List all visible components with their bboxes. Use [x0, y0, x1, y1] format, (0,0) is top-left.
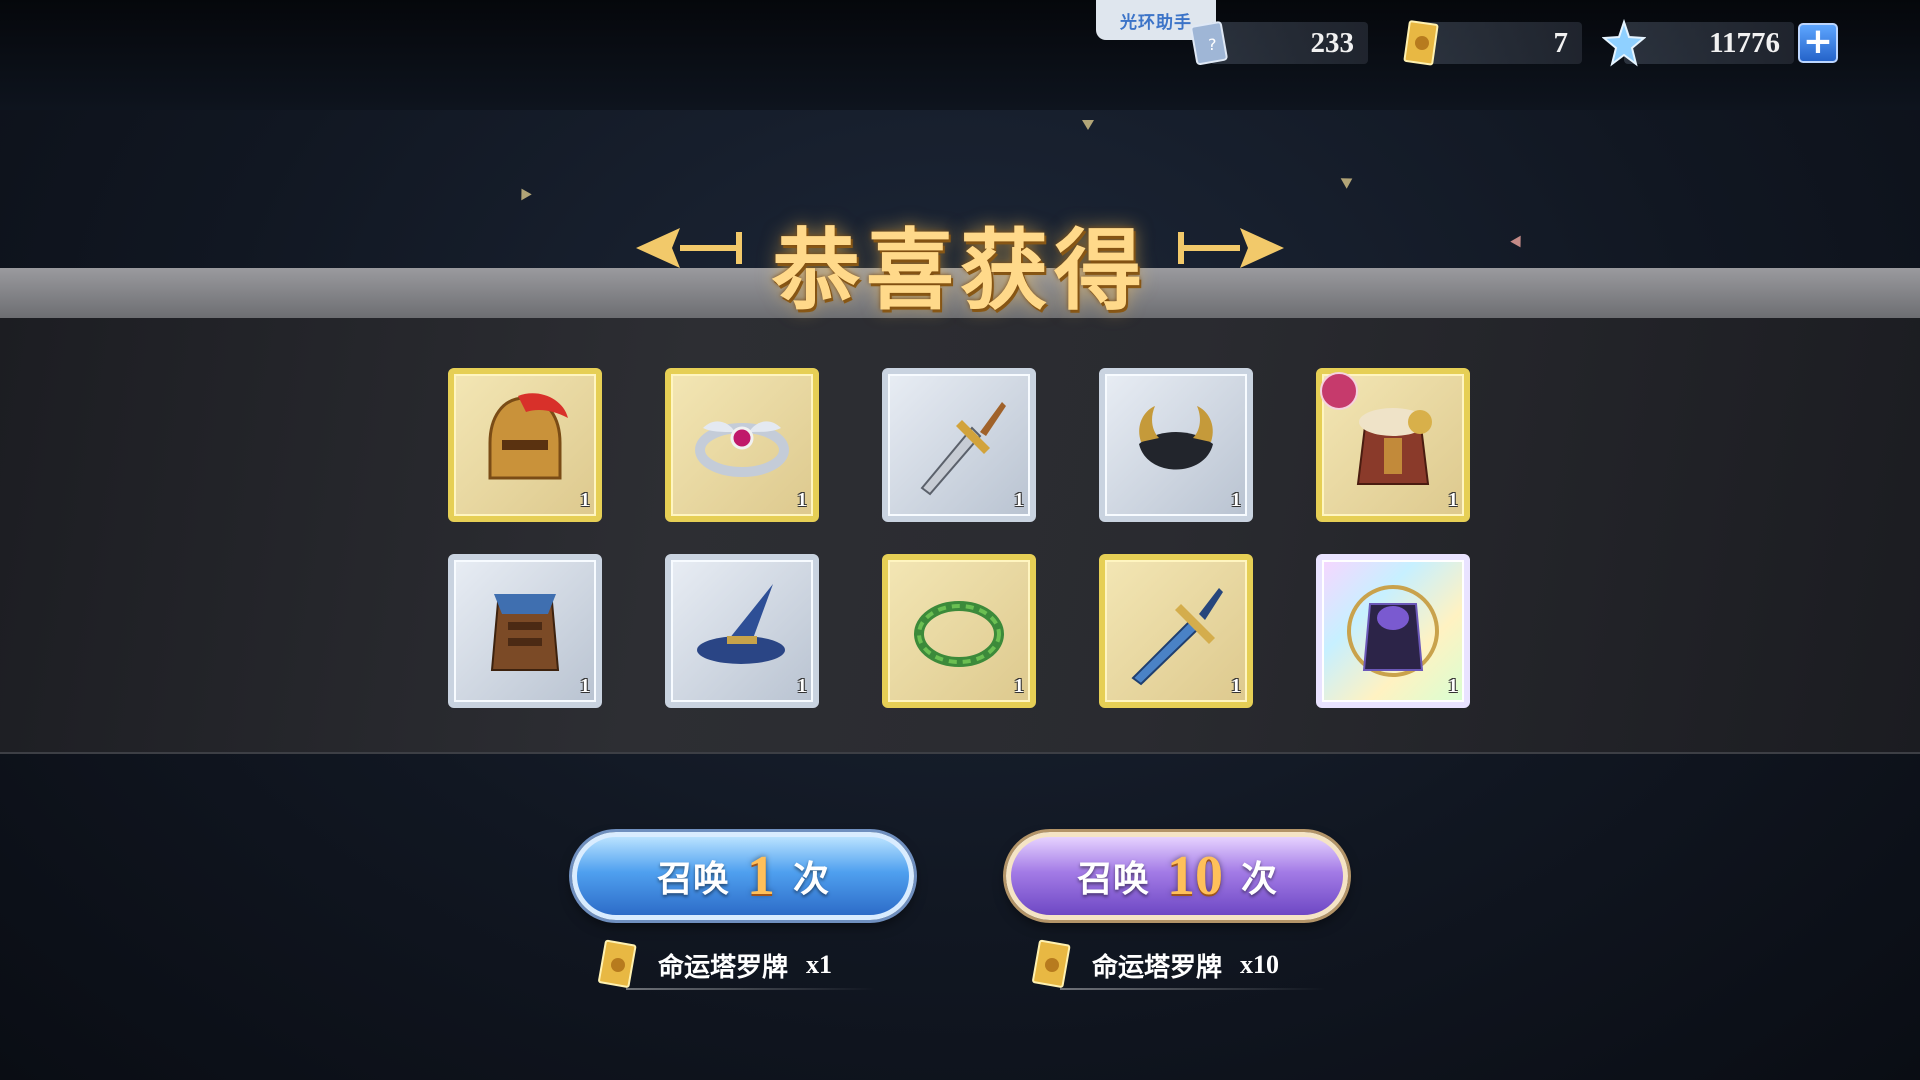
reward-item[interactable]: 1 [1316, 554, 1470, 708]
reward-item[interactable]: 1 [665, 368, 819, 522]
panel-divider [0, 752, 1920, 754]
cost-quantity: x10 [1240, 950, 1280, 979]
summon-once-count: 1 [747, 845, 775, 907]
summon-ten-count: 10 [1167, 845, 1223, 907]
resource-ticket-value: 233 [1310, 26, 1355, 59]
reward-item[interactable]: 1 [448, 368, 602, 522]
dark-robe-armor-icon [1347, 585, 1439, 677]
blue-ticket-icon: ? [1190, 21, 1228, 66]
summon-ten-prefix: 召唤 [1076, 859, 1149, 899]
summon-ten-button[interactable]: 召唤 10 次 [1006, 832, 1348, 920]
svg-text:?: ? [1208, 35, 1217, 54]
reward-item[interactable]: 1 [1099, 554, 1253, 708]
tarot-card-icon [1403, 20, 1439, 66]
resource-tarot: 7 [1400, 20, 1582, 66]
reward-item[interactable]: 1 [882, 368, 1036, 522]
summon-ten-cost: 命运塔罗牌 x10 [1030, 939, 1326, 990]
item-count: 1 [580, 489, 590, 511]
fur-armor-icon [1356, 408, 1432, 485]
cost-quantity: x1 [806, 950, 833, 979]
reward-item[interactable]: 1 [665, 554, 819, 708]
sparkle-decoration [1082, 120, 1094, 130]
tarot-card-icon [598, 939, 637, 988]
gold-helmet-icon [488, 393, 568, 480]
laurel-wreath-icon [914, 601, 1004, 667]
page-title: 恭喜获得 [771, 224, 1148, 321]
summon-once-button[interactable]: 召唤 1 次 [572, 832, 914, 920]
summon-ten-suffix: 次 [1241, 859, 1278, 899]
cost-item-name: 命运塔罗牌 [1092, 952, 1223, 982]
summon-once-cost: 命运塔罗牌 x1 [596, 939, 876, 990]
tarot-card-icon [1032, 939, 1071, 988]
sparkle-decoration [516, 185, 532, 201]
add-crystal-button[interactable]: + [1798, 23, 1838, 63]
item-count: 1 [797, 675, 807, 697]
item-count: 1 [797, 489, 807, 511]
sparkle-decoration [1340, 173, 1356, 189]
resource-ticket: ? 233 [1188, 21, 1368, 66]
item-count: 1 [1448, 675, 1458, 697]
summon-once-suffix: 次 [793, 859, 830, 899]
cost-item-name: 命运塔罗牌 [658, 952, 789, 982]
resource-crystal: 11776 [1602, 18, 1794, 67]
resource-crystal-value: 11776 [1709, 26, 1780, 59]
horned-hat-icon [1139, 406, 1213, 470]
item-count: 1 [1231, 489, 1241, 511]
item-count: 1 [580, 675, 590, 697]
golden-dagger-icon [920, 402, 1006, 496]
star-crystal-icon [1602, 18, 1646, 67]
item-count: 1 [1231, 675, 1241, 697]
reward-item[interactable]: 1 [1099, 368, 1253, 522]
reward-item[interactable]: 1 [448, 554, 602, 708]
summon-once-prefix: 召唤 [656, 859, 729, 899]
item-count: 1 [1014, 675, 1024, 697]
item-count: 1 [1448, 489, 1458, 511]
item-count: 1 [1014, 489, 1024, 511]
winged-tiara-icon [695, 421, 789, 477]
blue-sword-icon [1131, 588, 1223, 686]
reward-item[interactable]: 1 [882, 554, 1036, 708]
blue-leather-armor-icon [490, 594, 560, 671]
wizard-hat-icon [697, 584, 785, 664]
resource-tarot-value: 7 [1553, 26, 1569, 59]
reward-item[interactable]: 1 [1316, 368, 1470, 522]
